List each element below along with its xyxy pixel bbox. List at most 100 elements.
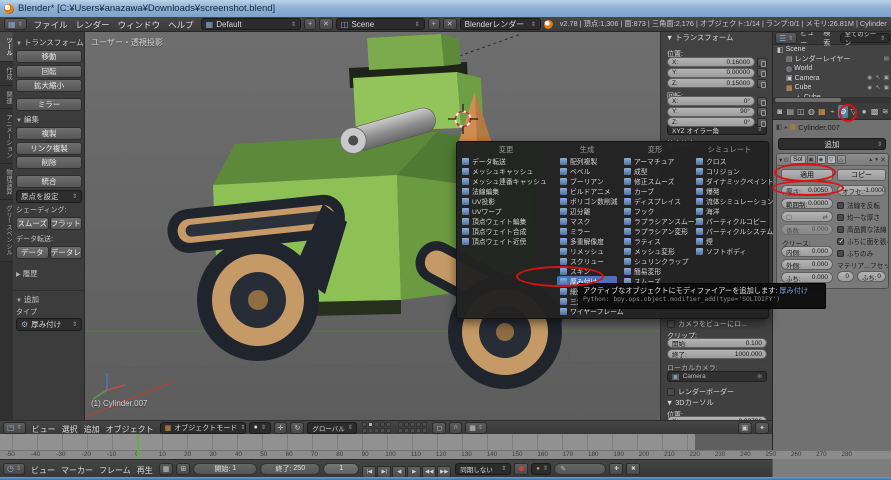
editor-type-button[interactable]: ☰⇕: [775, 32, 797, 44]
lock-icon[interactable]: [757, 97, 767, 106]
menu-item[interactable]: シュリンクラップ: [621, 256, 689, 266]
menu-item[interactable]: 煙: [693, 236, 766, 246]
render-visibility-toggle[interactable]: ▣: [807, 155, 816, 164]
factor-field[interactable]: 係数:0.000: [781, 224, 833, 235]
layers-grid[interactable]: [398, 422, 427, 433]
orientation-select[interactable]: グローバル⇕: [307, 422, 357, 434]
menubar-item[interactable]: ファイル: [34, 20, 68, 30]
tool-button[interactable]: 移動: [16, 50, 82, 63]
playback-button[interactable]: ◀: [392, 466, 406, 478]
panel-header-edit[interactable]: ▼ 編集: [16, 114, 82, 125]
record-button[interactable]: [514, 463, 528, 475]
vertex-group-field[interactable]: ▢⇄: [781, 211, 833, 222]
viewport-menu-item[interactable]: オブジェクト: [106, 425, 154, 434]
tab-object-icon[interactable]: ▦: [817, 105, 827, 118]
menu-item[interactable]: メッシュ連番キャッシュ: [459, 176, 553, 186]
layer-cell[interactable]: [368, 422, 373, 427]
menu-item[interactable]: 頂点ウェイト近傍: [459, 236, 553, 246]
frame-start-field[interactable]: 開始:1: [193, 463, 257, 475]
render-border-checkbox[interactable]: レンダーボーダー: [667, 387, 734, 397]
tab-object-data-icon[interactable]: ▽: [849, 105, 859, 118]
value-field[interactable]: 終了:1000.000: [667, 349, 767, 359]
toolshelf-tab[interactable]: 関連: [0, 86, 13, 110]
menu-item[interactable]: ラティス: [621, 236, 689, 246]
timeline-frames-area[interactable]: [0, 434, 772, 450]
panel-header-3d-cursor[interactable]: ▼ 3Dカーソル: [666, 398, 714, 408]
panel-header-transform[interactable]: ▼ トランスフォーム: [666, 33, 733, 43]
panel-header-history[interactable]: ▶ 履歴: [16, 268, 82, 279]
copy-button[interactable]: コピー: [837, 169, 886, 181]
timeline-ruler[interactable]: -50-40-30-20-100102030405060708090100110…: [0, 450, 891, 459]
tab-render-icon[interactable]: ◙: [775, 105, 785, 118]
layer-cell[interactable]: [398, 422, 403, 427]
keying-set-icon-select[interactable]: ●⇕: [531, 463, 551, 475]
render-opengl-button[interactable]: ▣: [738, 422, 753, 434]
menu-item[interactable]: アーマチュア: [621, 156, 689, 166]
menu-item[interactable]: 法線編集: [459, 186, 553, 196]
keyframe-delete-icon[interactable]: ✖: [626, 463, 640, 475]
menu-item[interactable]: クロス: [693, 156, 766, 166]
tool-button[interactable]: リンク複製: [16, 142, 82, 155]
menu-item[interactable]: 簡易変形: [621, 266, 689, 276]
layer-cell[interactable]: [362, 428, 367, 433]
pin-icon[interactable]: ◧: [776, 123, 783, 131]
panel-header-transform[interactable]: ▼ トランスフォーム: [16, 37, 82, 48]
tab-material-icon[interactable]: ●: [859, 105, 869, 118]
menu-item[interactable]: 配列複製: [557, 156, 617, 166]
edit-mode-toggle[interactable]: ▽: [827, 155, 836, 164]
menubar-item[interactable]: レンダー: [76, 20, 110, 30]
tab-world-icon[interactable]: ◍: [807, 105, 817, 118]
crease-field[interactable]: ふち:0.000: [781, 272, 833, 283]
layer-cell[interactable]: [374, 422, 379, 427]
outliner-search-menu[interactable]: 検索: [823, 32, 836, 48]
tab-constraints-icon[interactable]: ⌁: [828, 105, 838, 118]
move-down-icon[interactable]: ▼: [874, 157, 879, 163]
modifier-name-field[interactable]: Sol: [790, 155, 805, 164]
outliner-row[interactable]: ◍World: [773, 64, 891, 74]
panel-header-redo[interactable]: ▼ 追加: [16, 294, 82, 305]
menu-item[interactable]: 成型: [621, 166, 689, 176]
close-scene-button[interactable]: ✕: [443, 18, 457, 30]
menu-item[interactable]: ベベル: [557, 166, 617, 176]
scene-select[interactable]: ◫Scene⇕: [336, 18, 425, 30]
shading-select[interactable]: ●⇕: [249, 422, 271, 434]
window-titlebar[interactable]: Blender* [C:¥Users¥anazawa¥Downloads¥scr…: [0, 0, 891, 17]
layer-cell[interactable]: [404, 428, 409, 433]
layer-cell[interactable]: [380, 422, 385, 427]
lock-camera-checkbox[interactable]: カメラをビューにロ...: [667, 319, 747, 329]
lock-time-icon[interactable]: ⊞: [176, 463, 190, 475]
menu-item[interactable]: カーブ: [621, 186, 689, 196]
layer-cell[interactable]: [386, 428, 391, 433]
value-field[interactable]: 開始:0.100: [667, 338, 767, 348]
lock-icon[interactable]: [757, 118, 767, 127]
camera-field[interactable]: ▣Camera⊗: [667, 371, 767, 382]
tool-button[interactable]: 回転: [16, 65, 82, 78]
snap-magnet-icon[interactable]: ∩: [449, 422, 462, 434]
menu-item[interactable]: ディスプレイス: [621, 196, 689, 206]
modifier-checkbox[interactable]: 高品質な法線: [837, 224, 887, 234]
menu-item[interactable]: UV投影: [459, 196, 553, 206]
value-field[interactable]: X:0.16000: [667, 57, 755, 67]
timeline-menu-item[interactable]: フレーム: [99, 466, 131, 475]
outliner-display-select[interactable]: 全てのシーン⇕: [840, 33, 890, 43]
modifier-checkbox[interactable]: 均一な厚さ: [837, 212, 880, 222]
tab-modifiers-icon[interactable]: ⚙: [838, 105, 848, 118]
menu-item[interactable]: UVワープ: [459, 206, 553, 216]
transfer-button[interactable]: データレ: [50, 246, 83, 259]
delete-modifier-icon[interactable]: ✕: [880, 156, 886, 164]
layer-cell[interactable]: [422, 422, 427, 427]
editor-type-button[interactable]: ▦⇕: [4, 18, 27, 30]
menu-item[interactable]: メッシュ変形: [621, 246, 689, 256]
editor-type-button[interactable]: ◳⇕: [3, 422, 26, 434]
redo-operator-dropdown[interactable]: ⚙厚み付け⇕: [16, 318, 82, 331]
modifier-checkbox[interactable]: ふちのみ: [837, 248, 873, 258]
lock-icon[interactable]: ◻: [432, 422, 446, 434]
viewport-menu-item[interactable]: 選択: [62, 425, 78, 434]
checkbox[interactable]: [837, 238, 844, 245]
layer-cell[interactable]: [410, 428, 415, 433]
shading-button[interactable]: フラット: [50, 217, 83, 230]
viewport-menu-item[interactable]: 追加: [84, 425, 100, 434]
layer-cell[interactable]: [416, 428, 421, 433]
tool-button[interactable]: 複製: [16, 127, 82, 140]
restrict-icons[interactable]: ◉ ↖ ▣: [867, 75, 891, 81]
